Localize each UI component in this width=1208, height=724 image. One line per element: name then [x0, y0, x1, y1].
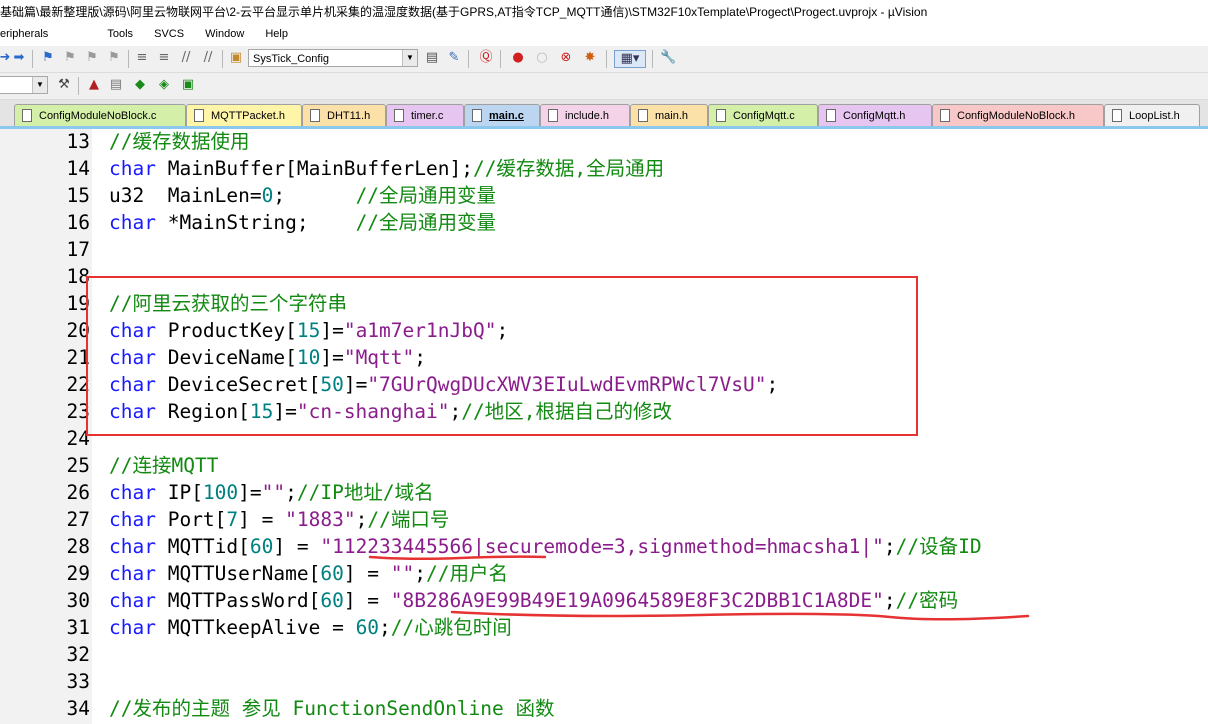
- underline-password: [450, 610, 1030, 621]
- underline-mqttid: [368, 555, 547, 561]
- annotation-underlines: [368, 555, 1030, 621]
